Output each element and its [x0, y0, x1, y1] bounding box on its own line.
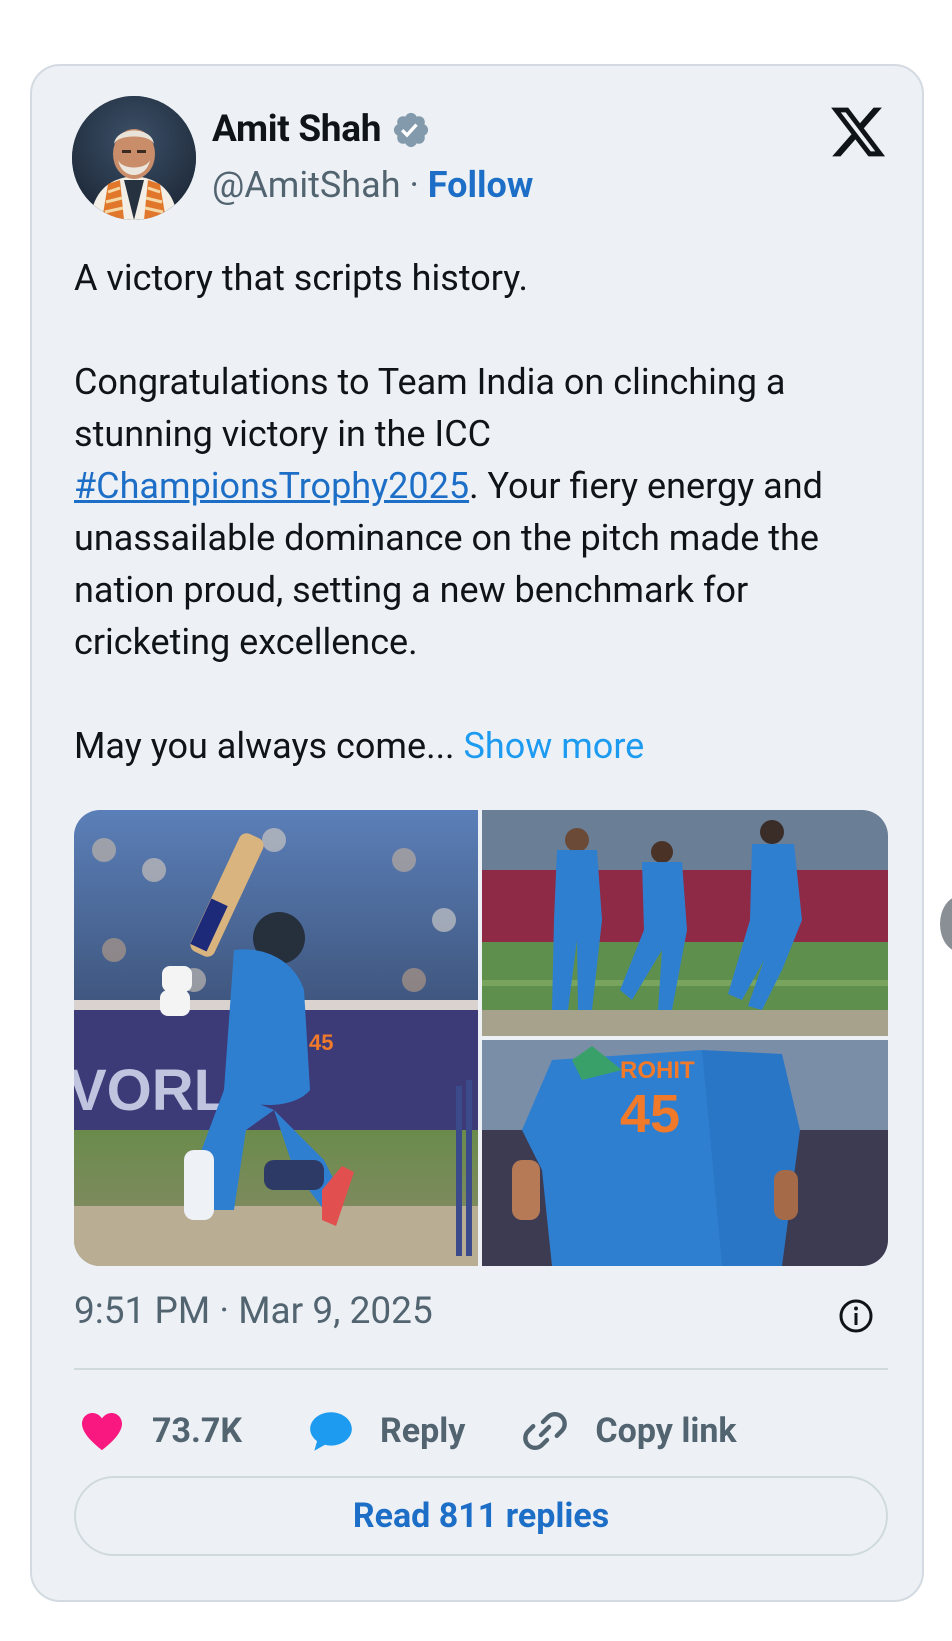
author-avatar[interactable]: [72, 96, 196, 220]
show-more-link[interactable]: Show more: [464, 725, 645, 767]
photo-batsman[interactable]: VORL 45: [74, 810, 478, 1266]
like-count: 73.7K: [152, 1411, 242, 1451]
separator: ·: [400, 164, 428, 206]
author-name-row: Amit Shah: [212, 108, 431, 151]
tweet-timestamp[interactable]: 9:51 PM · Mar 9, 2025: [74, 1290, 433, 1333]
tweet-text: A victory that scripts history. Congratu…: [74, 252, 894, 772]
speech-bubble-icon: [310, 1412, 352, 1451]
copy-link-label: Copy link: [595, 1411, 737, 1451]
jersey-number-photo1: 45: [309, 1030, 333, 1055]
x-logo-icon[interactable]: [828, 102, 888, 162]
author-name[interactable]: Amit Shah: [212, 108, 381, 151]
author-handle-row: @AmitShah · Follow: [212, 164, 533, 206]
photo-rohit-back[interactable]: ROHIT 45: [482, 1040, 888, 1266]
tweet-text-segment: Congratulations to Team India on clinchi…: [74, 361, 786, 455]
reply-label: Reply: [380, 1411, 466, 1451]
hashtag-link[interactable]: #ChampionsTrophy2025: [74, 465, 469, 507]
tweet-text-truncated: May you always come...: [74, 725, 455, 767]
edge-circle: [940, 896, 952, 952]
follow-button[interactable]: Follow: [428, 164, 534, 206]
svg-text:VORL: VORL: [74, 1058, 229, 1123]
photo-celebration[interactable]: [482, 810, 888, 1036]
copy-link-action[interactable]: Copy link: [521, 1407, 737, 1455]
divider: [74, 1368, 888, 1370]
author-handle[interactable]: @AmitShah: [212, 164, 401, 206]
jersey-name-photo3: ROHIT: [620, 1057, 695, 1084]
like-action[interactable]: 73.7K: [78, 1407, 242, 1455]
tweet-paragraph-2: Congratulations to Team India on clinchi…: [74, 356, 894, 668]
info-icon[interactable]: [838, 1298, 874, 1334]
media-grid: VORL 45 ROHIT 45: [74, 810, 888, 1266]
action-bar: 73.7K Reply Copy link: [78, 1396, 737, 1466]
heart-icon: [82, 1413, 122, 1451]
link-icon: [523, 1411, 568, 1451]
verified-badge-icon: [394, 112, 429, 147]
jersey-number-photo3: 45: [620, 1084, 680, 1144]
reply-action[interactable]: Reply: [306, 1406, 465, 1456]
tweet-paragraph-3: May you always come... Show more: [74, 720, 894, 772]
read-replies-button[interactable]: Read 811 replies: [74, 1476, 888, 1556]
tweet-line-1: A victory that scripts history.: [74, 257, 528, 299]
